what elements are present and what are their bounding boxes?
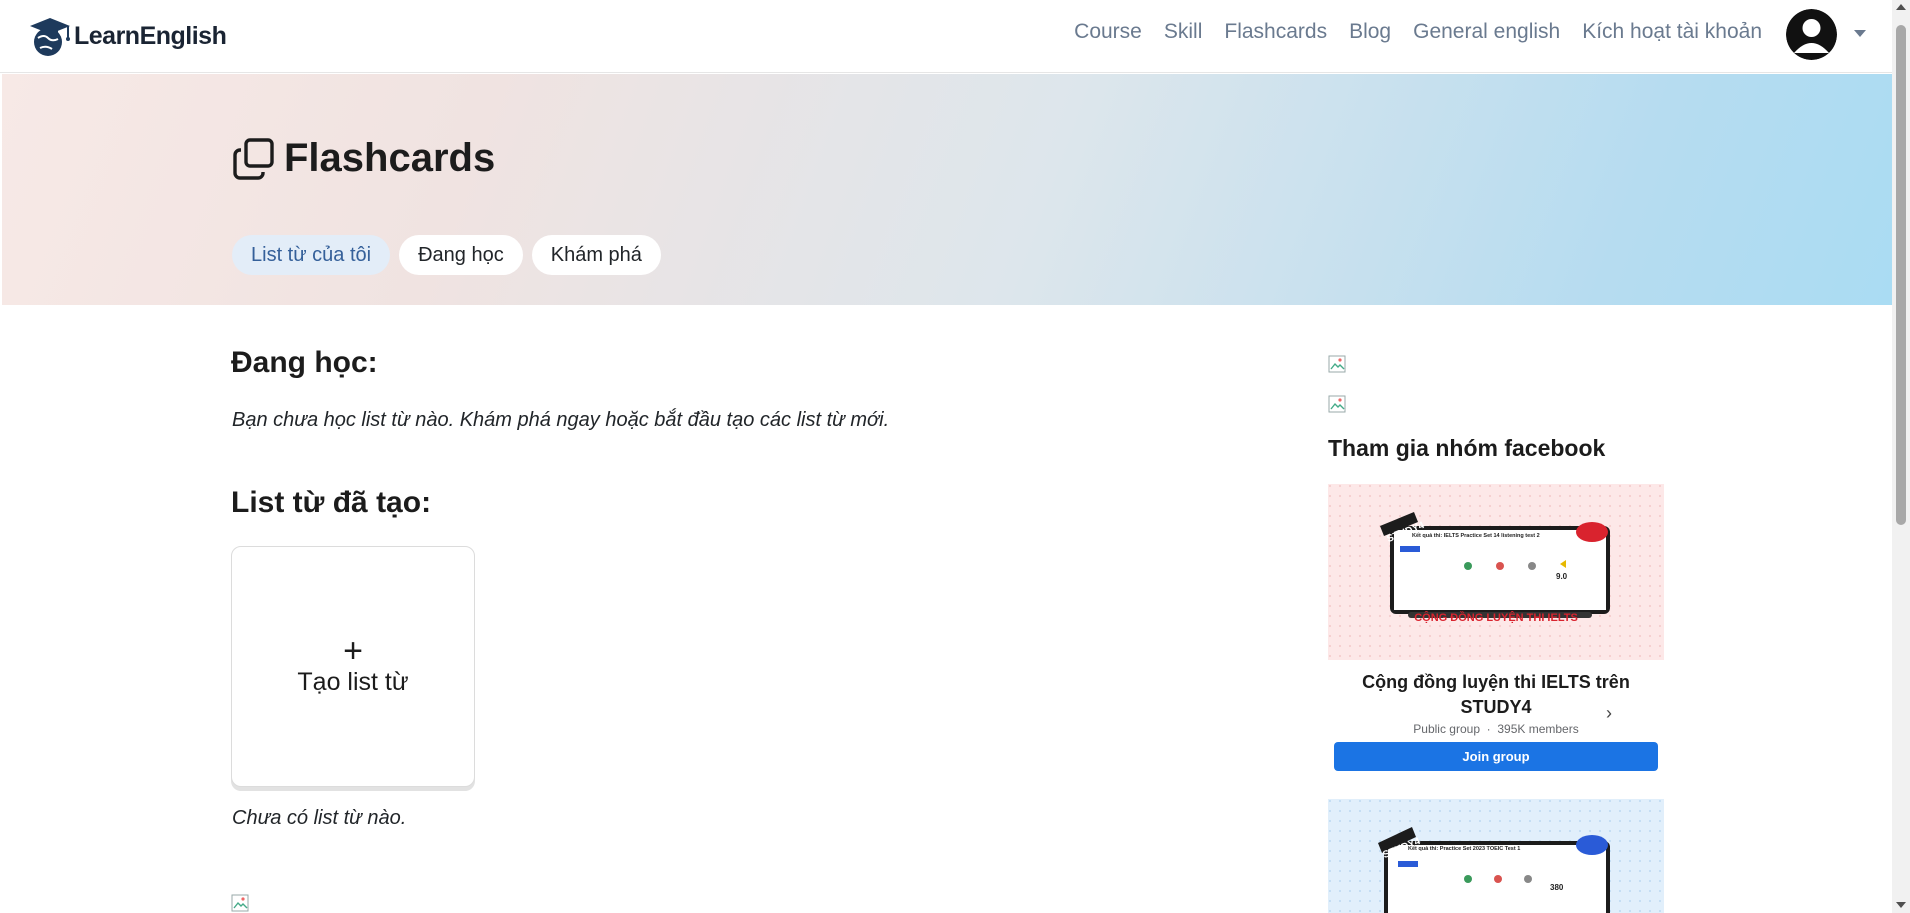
created-empty-text: Chưa có list từ nào. bbox=[232, 807, 407, 829]
facebook-group-card[interactable]: STUDY4 Kết quả thi: Practice Set 2023 TO… bbox=[1328, 799, 1664, 913]
group-banner-image: STUDY4 Kết quả thi: IELTS Practice Set 1… bbox=[1328, 484, 1664, 660]
user-silhouette-icon bbox=[1786, 9, 1837, 60]
broken-image-icon bbox=[1328, 355, 1346, 373]
broken-image-icon bbox=[231, 894, 249, 912]
banner-score: 9.0 bbox=[1556, 572, 1568, 581]
brand-logo[interactable]: LearnEnglish bbox=[24, 14, 227, 58]
nav-link-general-english[interactable]: General english bbox=[1413, 20, 1560, 44]
banner-screen-title: Kết quả thi: IELTS Practice Set 14 liste… bbox=[1412, 533, 1540, 539]
scroll-up-icon[interactable] bbox=[1896, 4, 1906, 10]
chevron-down-icon[interactable] bbox=[1854, 30, 1866, 37]
flashcards-copy-icon bbox=[233, 137, 274, 180]
banner-score: 380 bbox=[1550, 883, 1564, 892]
broken-image-icon bbox=[1328, 395, 1346, 413]
ielts-laptop-illustration bbox=[1328, 484, 1664, 660]
page-title: Flashcards bbox=[232, 136, 495, 181]
created-section-title: List từ đã tạo: bbox=[231, 486, 432, 519]
banner-screen-title: Kết quả thi: Practice Set 2023 TOEIC Tes… bbox=[1408, 846, 1521, 852]
tab-my-lists[interactable]: List từ của tôi bbox=[232, 235, 391, 275]
group-name[interactable]: Cộng đồng luyện thi IELTS trên STUDY4 bbox=[1328, 670, 1664, 720]
facebook-section-title: Tham gia nhóm facebook bbox=[1328, 435, 1606, 461]
group-meta: Public group · 395K members bbox=[1413, 722, 1579, 736]
top-navbar: LearnEnglish Course Skill Flashcards Blo… bbox=[0, 0, 1892, 73]
learning-empty-text: Bạn chưa học list từ nào. Khám phá ngay … bbox=[232, 409, 890, 431]
toeic-laptop-illustration bbox=[1328, 799, 1664, 913]
banner-caption: CỘNG ĐỒNG LUYỆN THI IELTS bbox=[1414, 612, 1578, 624]
group-members: 395K members bbox=[1497, 722, 1579, 736]
brand-name: LearnEnglish bbox=[74, 21, 227, 50]
nav-link-skill[interactable]: Skill bbox=[1164, 20, 1203, 44]
chevron-right-icon[interactable]: › bbox=[1606, 703, 1612, 724]
user-avatar[interactable] bbox=[1786, 9, 1837, 60]
learning-section-title: Đang học: bbox=[231, 346, 378, 379]
graduation-globe-icon bbox=[30, 18, 70, 56]
scroll-thumb[interactable] bbox=[1896, 25, 1906, 525]
nav-link-flashcards[interactable]: Flashcards bbox=[1224, 20, 1327, 44]
join-group-button[interactable]: Join group bbox=[1334, 742, 1658, 771]
nav-link-course[interactable]: Course bbox=[1074, 20, 1142, 44]
tab-explore[interactable]: Khám phá bbox=[531, 235, 661, 275]
group-banner-image: STUDY4 Kết quả thi: Practice Set 2023 TO… bbox=[1328, 799, 1664, 913]
plus-icon: + bbox=[343, 632, 363, 670]
page-scrollbar[interactable] bbox=[1892, 0, 1910, 913]
nav-link-blog[interactable]: Blog bbox=[1349, 20, 1391, 44]
scroll-down-icon[interactable] bbox=[1896, 902, 1906, 908]
create-list-button[interactable]: + Tạo list từ bbox=[231, 546, 475, 787]
page-title-text: Flashcards bbox=[284, 136, 496, 180]
tab-learning[interactable]: Đang học bbox=[399, 235, 523, 275]
group-type: Public group bbox=[1413, 722, 1480, 736]
facebook-group-card[interactable]: STUDY4 Kết quả thi: IELTS Practice Set 1… bbox=[1328, 484, 1664, 771]
main-nav: Course Skill Flashcards Blog General eng… bbox=[1074, 20, 1762, 44]
hero-banner: Flashcards List từ của tôi Đang học Khám… bbox=[2, 74, 1892, 305]
flashcard-tabs: List từ của tôi Đang học Khám phá bbox=[232, 235, 661, 275]
create-list-label: Tạo list từ bbox=[297, 668, 409, 696]
nav-link-activate-account[interactable]: Kích hoạt tài khoản bbox=[1582, 20, 1762, 44]
